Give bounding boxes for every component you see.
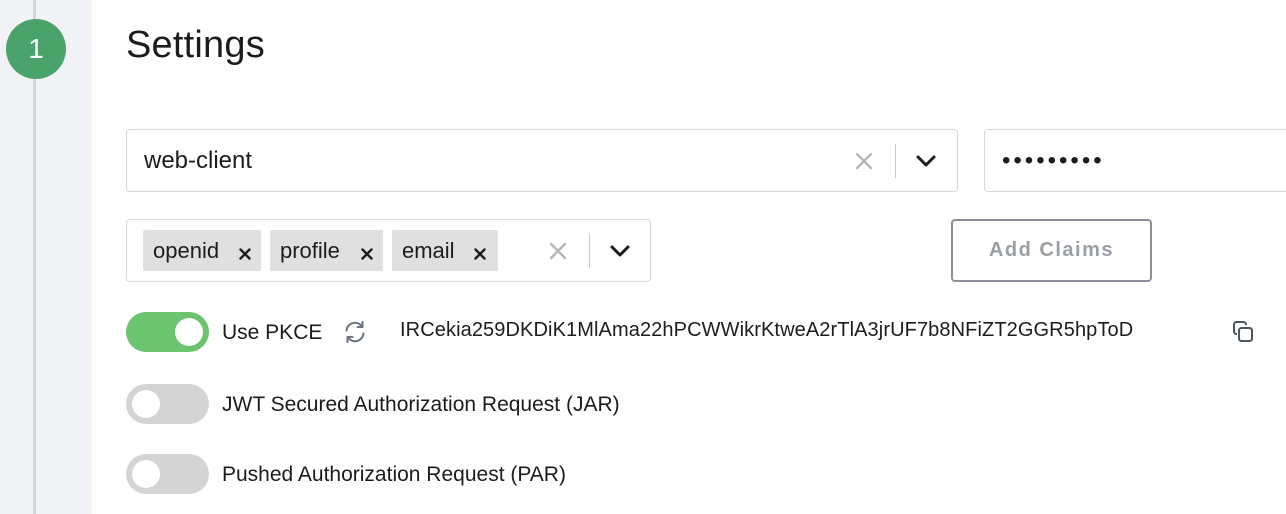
jar-toggle[interactable] — [126, 384, 209, 424]
client-select-value: web-client — [144, 146, 253, 174]
add-claims-button[interactable]: Add Claims — [951, 219, 1152, 282]
toggle-knob — [132, 390, 160, 418]
scope-chip: profile — [270, 230, 383, 271]
close-icon[interactable] — [237, 242, 253, 260]
scope-chip-label: email — [402, 237, 455, 263]
toggle-knob — [175, 318, 203, 346]
par-toggle[interactable] — [126, 454, 209, 494]
close-icon[interactable] — [359, 242, 375, 260]
select-divider — [589, 233, 590, 268]
chevron-down-icon[interactable] — [914, 149, 938, 173]
jar-label: JWT Secured Authorization Request (JAR) — [222, 393, 620, 416]
pkce-label: Use PKCE — [222, 321, 323, 344]
scope-chip: openid — [143, 230, 261, 271]
copy-icon[interactable] — [1231, 320, 1255, 344]
scopes-select[interactable]: openid profile email — [126, 219, 651, 282]
pkce-toggle[interactable] — [126, 312, 209, 352]
par-label: Pushed Authorization Request (PAR) — [222, 463, 566, 486]
close-icon[interactable] — [547, 240, 569, 262]
select-divider — [895, 144, 896, 178]
page-title: Settings — [126, 24, 265, 66]
close-icon[interactable] — [472, 242, 488, 260]
refresh-icon[interactable] — [342, 319, 368, 345]
scope-chip-label: openid — [153, 237, 220, 263]
close-icon[interactable] — [853, 150, 875, 172]
chevron-down-icon[interactable] — [608, 239, 632, 263]
client-secret-value: ••••••••• — [1002, 146, 1105, 174]
client-secret-field[interactable]: ••••••••• — [984, 129, 1286, 192]
step-number-badge: 1 — [6, 19, 66, 79]
pkce-code-verifier: IRCekia259DKDiK1MlAma22hPCWWikrKtweA2rTl… — [400, 319, 1134, 341]
client-select[interactable]: web-client — [126, 129, 958, 192]
step-rail: 1 — [0, 0, 92, 514]
scope-chip-label: profile — [280, 237, 340, 263]
toggle-knob — [132, 460, 160, 488]
scope-chip: email — [392, 230, 498, 271]
